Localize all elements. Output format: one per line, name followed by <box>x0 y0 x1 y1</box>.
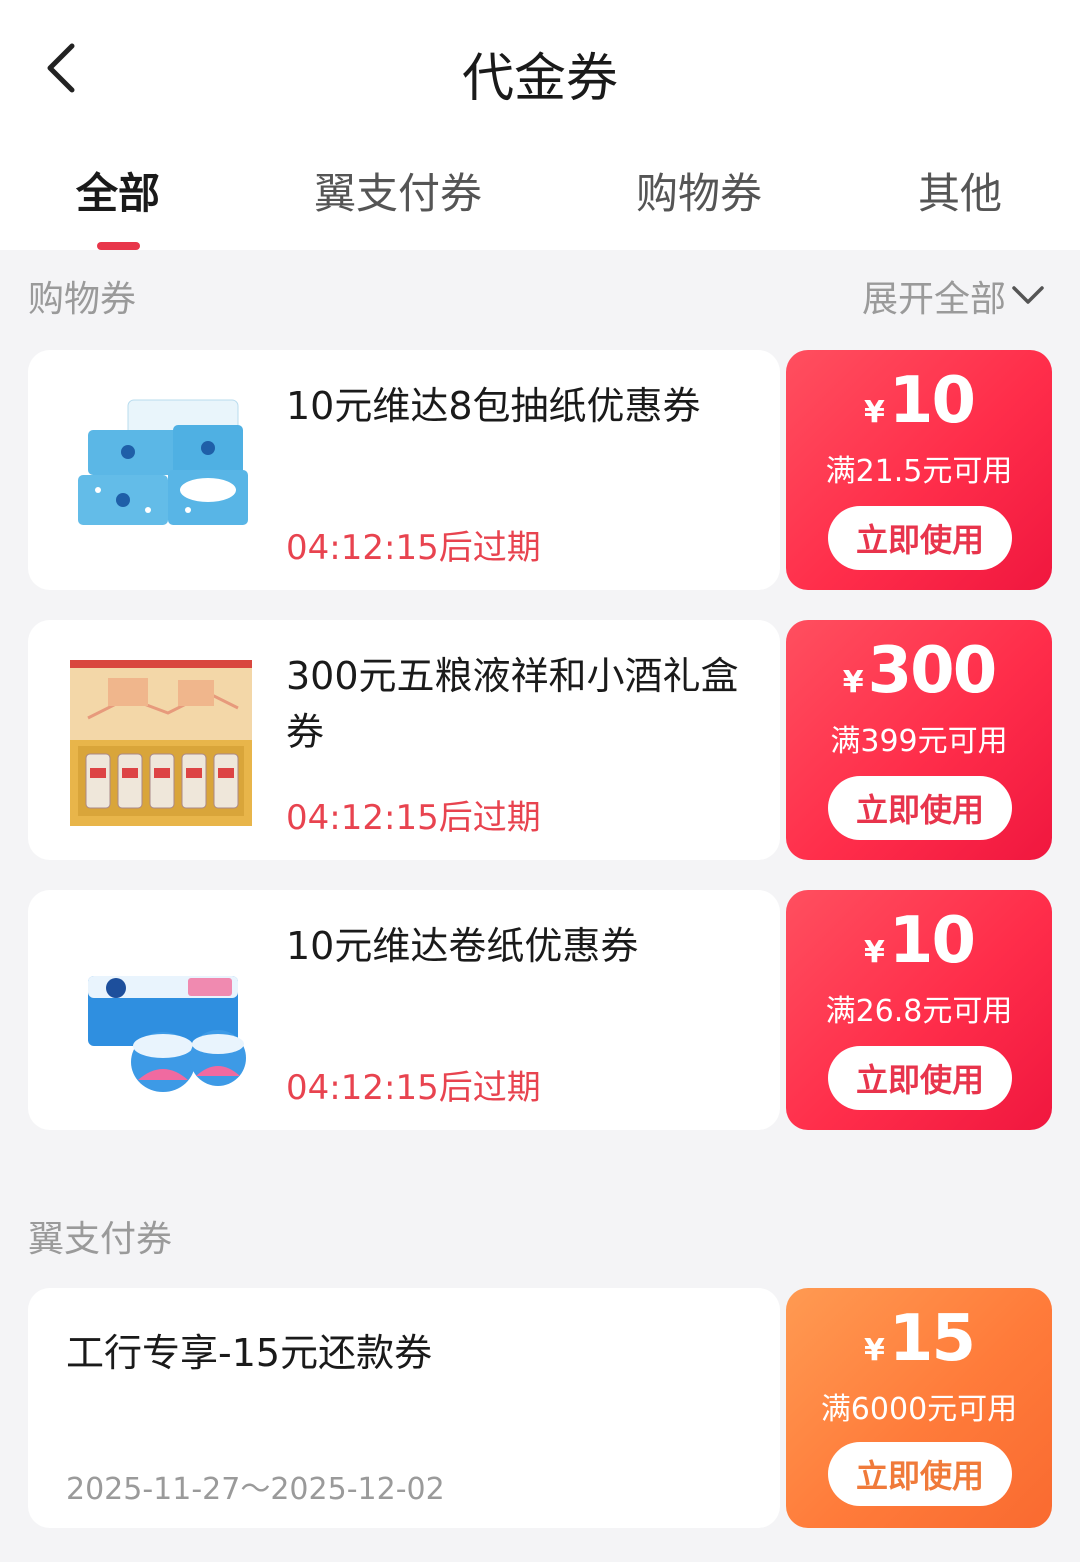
toilet-roll-image <box>88 976 246 1092</box>
coupon-expire: 04:12:15后过期 <box>286 1068 541 1108</box>
coupon-value-panel: ¥ 10 满26.8元可用 立即使用 <box>786 890 1052 1130</box>
liquor-gift-box-image <box>70 660 252 826</box>
coupon-amount: 15 <box>888 1302 976 1376</box>
coupon-condition: 满399元可用 <box>830 724 1008 759</box>
coupon-condition: 满26.8元可用 <box>825 994 1013 1029</box>
expand-all-button[interactable]: 展开全部 <box>862 270 1046 322</box>
currency-symbol: ¥ <box>842 665 864 700</box>
currency-symbol: ¥ <box>864 1333 885 1368</box>
use-now-button[interactable]: 立即使用 <box>828 776 1012 840</box>
chevron-down-icon <box>1012 286 1044 304</box>
header-bar: 代金券 全部 翼支付券 购物券 其他 <box>0 0 1080 250</box>
coupon-value-panel: ¥ 10 满21.5元可用 立即使用 <box>786 350 1052 590</box>
coupon-name: 10元维达8包抽纸优惠券 <box>286 384 701 428</box>
use-now-button[interactable]: 立即使用 <box>828 1046 1012 1110</box>
section-title-shopping: 购物券 <box>28 279 137 320</box>
coupon-name: 10元维达卷纸优惠券 <box>286 924 639 968</box>
coupon-amount: 300 <box>867 634 998 708</box>
tab-other[interactable]: 其他 <box>918 160 1002 221</box>
tab-yizhifu[interactable]: 翼支付券 <box>314 160 482 221</box>
coupon-amount: 10 <box>888 364 976 438</box>
use-now-button[interactable]: 立即使用 <box>828 1442 1012 1506</box>
use-now-button[interactable]: 立即使用 <box>828 506 1012 570</box>
tab-all[interactable]: 全部 <box>76 160 160 221</box>
tab-indicator <box>97 242 140 250</box>
coupon-amount: 10 <box>888 904 976 978</box>
coupon-name: 工行专享-15元还款券 <box>66 1331 433 1375</box>
section-title-yizhifu: 翼支付券 <box>28 1219 173 1260</box>
coupon-condition: 满6000元可用 <box>820 1392 1018 1427</box>
coupon-condition: 满21.5元可用 <box>825 454 1013 489</box>
currency-symbol: ¥ <box>864 395 885 430</box>
coupon-card[interactable]: 300元五粮液祥和小酒礼盒券 04:12:15后过期 ¥ 300 满399元可用… <box>28 612 1052 868</box>
coupon-date-range: 2025-11-27～2025-12-02 <box>66 1472 445 1507</box>
expand-all-label: 展开全部 <box>862 279 1007 320</box>
coupon-card[interactable]: 10元维达卷纸优惠券 04:12:15后过期 ¥ 10 满26.8元可用 立即使… <box>28 882 1052 1138</box>
coupon-value-panel: ¥ 300 满399元可用 立即使用 <box>786 620 1052 860</box>
coupon-card[interactable]: 10元维达8包抽纸优惠券 04:12:15后过期 ¥ 10 满21.5元可用 立… <box>28 342 1052 598</box>
coupon-card[interactable]: 工行专享-15元还款券 2025-11-27～2025-12-02 ¥ 15 满… <box>28 1280 1052 1536</box>
tab-shopping[interactable]: 购物券 <box>636 160 762 221</box>
currency-symbol: ¥ <box>864 935 885 970</box>
page-title: 代金券 <box>461 49 618 109</box>
coupon-value-panel: ¥ 15 满6000元可用 立即使用 <box>786 1288 1052 1528</box>
coupon-expire: 04:12:15后过期 <box>286 798 541 838</box>
coupon-name: 300元五粮液祥和小酒礼盒券 <box>286 654 739 754</box>
tissue-pack-image <box>78 399 248 525</box>
coupon-expire: 04:12:15后过期 <box>286 528 541 568</box>
